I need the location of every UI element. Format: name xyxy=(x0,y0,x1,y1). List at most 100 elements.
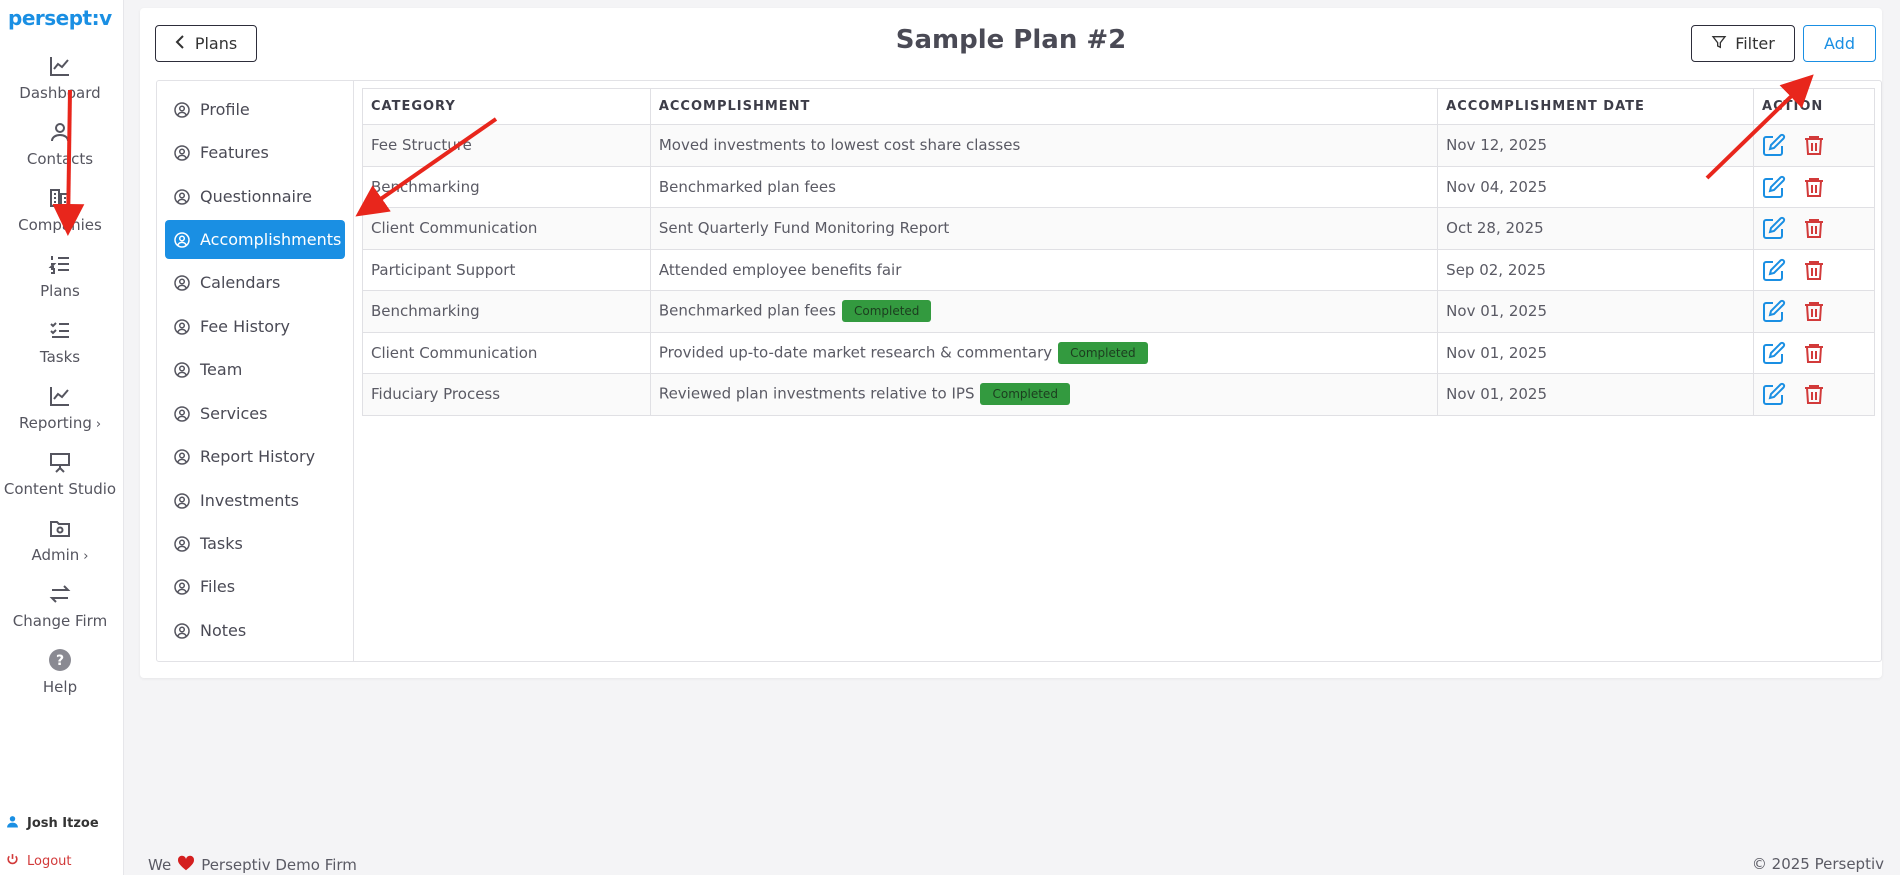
logout-label: Logout xyxy=(27,854,72,869)
cell-accomplishment: Moved investments to lowest cost share c… xyxy=(649,124,1439,167)
subnav-item-team[interactable]: Team xyxy=(165,350,345,389)
trash-icon[interactable] xyxy=(1802,175,1826,199)
cell-action xyxy=(1753,373,1875,416)
status-badge: Completed xyxy=(841,300,932,323)
back-button-label: Plans xyxy=(194,34,238,53)
add-button[interactable]: Add xyxy=(1803,25,1876,62)
chevron-right-icon: › xyxy=(83,549,89,564)
subnav-item-label: Team xyxy=(200,360,243,379)
table-row: Benchmarking Benchmarked plan fees Complet… xyxy=(362,290,1875,333)
cell-category: Client Communication xyxy=(362,331,651,374)
cell-action xyxy=(1753,248,1875,291)
edit-icon[interactable] xyxy=(1762,175,1786,199)
table-row: Fee Structure Moved investments to lowest… xyxy=(362,124,1875,167)
table-body: Fee Structure Moved investments to lowest… xyxy=(362,124,1875,416)
subnav-item-questionnaire[interactable]: Questionnaire xyxy=(165,177,345,216)
trash-icon[interactable] xyxy=(1802,216,1826,240)
subnav-item-calendars[interactable]: Calendars xyxy=(165,263,345,302)
subnav-item-services[interactable]: Services xyxy=(165,394,345,433)
user-circle-icon xyxy=(174,405,190,422)
table-row: Client Communication Provided up-to-date … xyxy=(362,331,1875,374)
accomplishment-text: Moved investments to lowest cost share c… xyxy=(658,136,1021,155)
trash-icon[interactable] xyxy=(1802,133,1826,157)
cell-accomplishment: Reviewed plan investments relative to IP… xyxy=(649,373,1439,416)
plan-detail-panel: Profile Features Questionnaire Accomplis… xyxy=(156,80,1882,662)
main-card: Plans Sample Plan #2 Filter Add Profile … xyxy=(140,8,1882,678)
trash-icon[interactable] xyxy=(1802,341,1826,365)
chevron-right-icon: › xyxy=(95,417,102,432)
user-icon xyxy=(0,120,120,146)
subnav-item-report-history[interactable]: Report History xyxy=(165,437,345,476)
power-icon xyxy=(6,853,19,870)
user-circle-icon xyxy=(174,231,190,248)
accomplishment-text: Benchmarked plan fees xyxy=(658,177,836,196)
subnav-item-label: Fee History xyxy=(200,317,291,336)
table-row: Benchmarking Benchmarked plan fees Nov 04,… xyxy=(362,165,1875,208)
trash-icon[interactable] xyxy=(1802,299,1826,323)
sidebar-item-label: Tasks xyxy=(39,348,81,366)
table-row: Client Communication Sent Quarterly Fund … xyxy=(362,207,1875,250)
user-circle-icon xyxy=(174,101,190,118)
subnav-item-investments[interactable]: Investments xyxy=(165,481,345,520)
status-badge: Completed xyxy=(1058,341,1148,364)
subnav-item-features[interactable]: Features xyxy=(165,133,345,172)
edit-icon[interactable] xyxy=(1762,258,1786,282)
sidebar-item-plans[interactable]: Plans xyxy=(0,252,120,300)
sidebar-item-label: Help xyxy=(42,678,78,696)
user-icon xyxy=(6,815,19,832)
sidebar-item-tasks[interactable]: Tasks xyxy=(0,318,120,366)
column-header-accomplishment[interactable]: Accomplishment xyxy=(649,88,1439,125)
subnav-item-tasks[interactable]: Tasks xyxy=(165,524,345,563)
subnav-item-accomplishments[interactable]: Accomplishments xyxy=(165,220,345,259)
app-logo[interactable]: persept:v xyxy=(8,6,112,30)
cell-accomplishment: Provided up-to-date market research & co… xyxy=(649,331,1439,374)
checklist-icon xyxy=(0,318,120,344)
accomplishment-text: Reviewed plan investments relative to IP… xyxy=(658,384,975,403)
edit-icon[interactable] xyxy=(1762,216,1786,240)
cell-category: Benchmarking xyxy=(362,165,651,208)
cell-accomplishment: Benchmarked plan fees xyxy=(649,165,1439,208)
cell-action xyxy=(1753,290,1875,333)
cell-category: Participant Support xyxy=(362,248,651,291)
back-to-plans-button[interactable]: Plans xyxy=(155,25,257,62)
subnav-item-label: Tasks xyxy=(200,534,243,553)
user-circle-icon xyxy=(174,578,190,595)
cell-accomplishment: Benchmarked plan fees Completed xyxy=(649,290,1439,333)
sidebar-item-label: Dashboard xyxy=(19,84,101,102)
cell-action xyxy=(1753,207,1875,250)
sidebar-item-content-studio[interactable]: Content Studio xyxy=(0,450,120,498)
sidebar-item-change-firm[interactable]: Change Firm xyxy=(0,582,120,630)
subnav-item-fee-history[interactable]: Fee History xyxy=(165,307,345,346)
filter-button[interactable]: Filter xyxy=(1691,25,1795,62)
chevron-left-icon xyxy=(175,34,187,53)
trash-icon[interactable] xyxy=(1802,258,1826,282)
cell-category: Benchmarking xyxy=(362,290,651,333)
edit-icon[interactable] xyxy=(1762,299,1786,323)
trash-icon[interactable] xyxy=(1802,382,1826,406)
accomplishment-text: Provided up-to-date market research & co… xyxy=(658,343,1053,362)
sidebar-item-contacts[interactable]: Contacts xyxy=(0,120,120,168)
subnav-item-label: Report History xyxy=(200,447,316,466)
sidebar-item-help[interactable]: ? Help xyxy=(0,648,120,696)
edit-icon[interactable] xyxy=(1762,341,1786,365)
edit-icon[interactable] xyxy=(1762,133,1786,157)
footer-firm-name: Perseptiv Demo Firm xyxy=(201,856,357,874)
page-title: Sample Plan #2 xyxy=(895,25,1127,55)
subnav-item-label: Notes xyxy=(200,621,247,640)
logout-button[interactable]: Logout xyxy=(6,853,72,870)
sidebar-item-dashboard[interactable]: Dashboard xyxy=(0,54,120,102)
sidebar-item-companies[interactable]: Companies xyxy=(0,186,120,234)
cell-category: Client Communication xyxy=(362,207,651,250)
edit-icon[interactable] xyxy=(1762,382,1786,406)
column-header-date[interactable]: Accomplishment Date xyxy=(1437,88,1755,125)
subnav-item-files[interactable]: Files xyxy=(165,567,345,606)
accomplishment-text: Sent Quarterly Fund Monitoring Report xyxy=(658,219,950,238)
current-user[interactable]: Josh Itzoe xyxy=(6,815,99,832)
cell-date: Nov 01, 2025 xyxy=(1437,331,1755,374)
subnav-item-notes[interactable]: Notes xyxy=(165,611,345,650)
subnav-item-profile[interactable]: Profile xyxy=(165,90,345,129)
cell-action xyxy=(1753,331,1875,374)
column-header-category[interactable]: Category xyxy=(362,88,651,125)
sidebar-item-admin[interactable]: Admin › xyxy=(0,516,120,564)
sidebar-item-reporting[interactable]: Reporting › xyxy=(0,384,120,432)
